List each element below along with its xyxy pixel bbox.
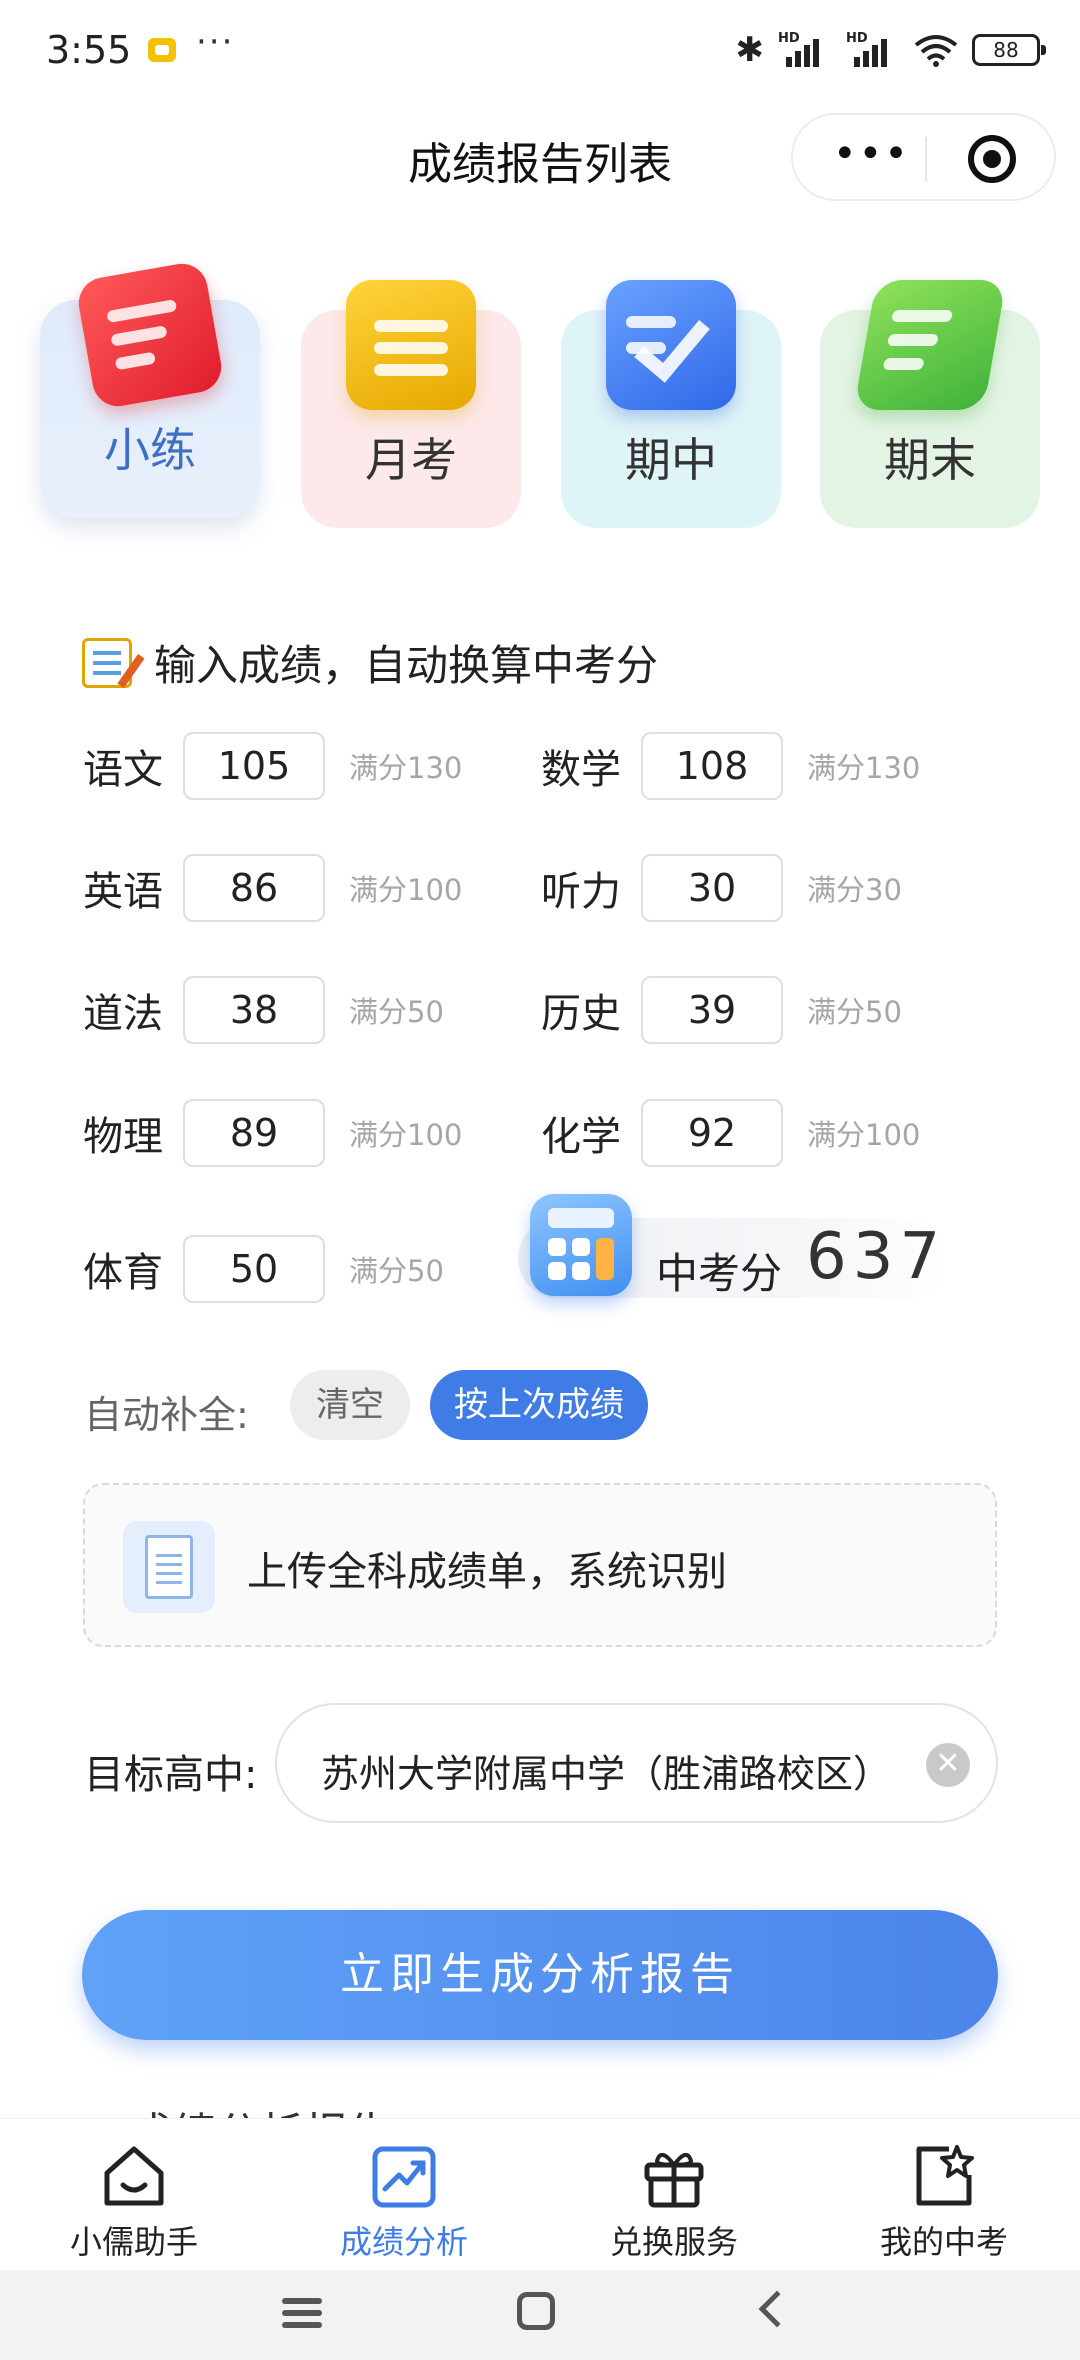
autofill-label: 自动补全: [84,1393,249,1437]
score-row-english: 英语 86 满分100 [83,854,462,922]
back-button[interactable] [758,2290,796,2328]
document-icon [123,1521,215,1613]
tab-my-exam[interactable]: 我的中考 [844,2141,1044,2263]
exam-type-label: 月考 [365,433,457,487]
tab-label: 成绩分析 [339,2223,468,2261]
miniprogram-capsule: ••• [791,113,1056,201]
exam-type-final[interactable]: 期末 [820,280,1040,528]
memo-icon [82,637,132,688]
score-row-chinese: 语文 105 满分130 [83,732,462,800]
score-input-listening[interactable]: 30 [641,854,783,922]
recent-apps-button[interactable] [282,2298,322,2304]
gift-icon [644,2153,704,2208]
target-school-input[interactable]: 苏州大学附属中学（胜浦路校区） ✕ [275,1703,998,1823]
full-score-label: 满分50 [807,995,902,1029]
signal-icon: HD [778,31,832,69]
battery-icon: 88 [972,34,1046,66]
tab-label: 我的中考 [879,2223,1008,2261]
checklist-icon [606,280,736,410]
exam-type-midterm[interactable]: 期中 [561,280,781,528]
full-score-label: 满分50 [349,995,444,1029]
upload-label: 上传全科成绩单，系统识别 [247,1549,727,1595]
target-school-label: 目标高中: [84,1752,258,1798]
generate-report-button[interactable]: 立即生成分析报告 [82,1910,998,2040]
clear-input-icon[interactable]: ✕ [926,1743,970,1787]
wifi-icon [914,35,958,67]
home-button[interactable] [517,2292,555,2330]
score-input-history[interactable]: 39 [641,976,783,1044]
status-icons: ✱ HD HD 88 [735,30,1046,70]
exam-type-label: 小练 [104,423,196,477]
total-score-value: 637 [806,1220,947,1294]
notification-app-icon [148,38,176,62]
score-row-listening: 听力 30 满分30 [541,854,902,922]
section-title: 输入成绩，自动换算中考分 [154,641,659,690]
subject-label: 英语 [83,869,163,915]
full-score-label: 满分130 [349,751,463,785]
notepad-icon [74,259,226,411]
pencil-paper-icon [853,280,1007,410]
score-row-chemistry: 化学 92 满分100 [541,1099,920,1167]
score-row-pe: 体育 50 满分50 [83,1235,444,1303]
subject-label: 体育 [83,1250,163,1296]
subject-label: 数学 [541,747,621,793]
score-input-chemistry[interactable]: 92 [641,1099,783,1167]
exam-type-quiz[interactable]: 小练 [40,259,260,518]
note-icon [346,280,476,410]
tab-bar: 小儒助手 成绩分析 兑换服务 我的中考 [0,2118,1080,2270]
home-icon [104,2146,164,2206]
full-score-label: 满分50 [349,1254,444,1288]
score-input-morality[interactable]: 38 [183,976,325,1044]
clear-button[interactable]: 清空 [290,1370,410,1440]
score-input-english[interactable]: 86 [183,854,325,922]
bluetooth-icon: ✱ [735,30,765,70]
full-score-label: 满分30 [807,873,902,907]
subject-label: 道法 [83,991,163,1037]
score-row-history: 历史 39 满分50 [541,976,902,1044]
score-row-math: 数学 108 满分130 [541,732,920,800]
section-header: 输入成绩，自动换算中考分 [82,632,658,693]
tab-redeem[interactable]: 兑换服务 [574,2141,774,2263]
system-nav-bar [0,2270,1080,2360]
score-input-physics[interactable]: 89 [183,1099,325,1167]
upload-scoresheet-button[interactable]: 上传全科成绩单，系统识别 [83,1483,997,1647]
subject-label: 语文 [83,747,163,793]
score-input-pe[interactable]: 50 [183,1235,325,1303]
full-score-label: 满分100 [807,1118,921,1152]
more-button[interactable]: ••• [833,131,910,177]
tab-assistant[interactable]: 小儒助手 [34,2141,234,2263]
full-score-label: 满分100 [349,1118,463,1152]
exam-type-label: 期中 [625,433,717,487]
total-score-label: 中考分 [656,1249,783,1298]
use-last-scores-button[interactable]: 按上次成绩 [430,1370,648,1440]
score-row-physics: 物理 89 满分100 [83,1099,462,1167]
full-score-label: 满分100 [349,873,463,907]
capsule-divider [925,137,927,181]
target-school-value: 苏州大学附属中学（胜浦路校区） [321,1752,892,1796]
subject-label: 物理 [83,1114,163,1160]
status-bar: 3:55 ··· ✱ HD HD 88 [0,0,1080,100]
tab-label: 兑换服务 [609,2223,738,2261]
calculator-icon [530,1194,632,1296]
score-input-chinese[interactable]: 105 [183,732,325,800]
tab-score-analysis[interactable]: 成绩分析 [304,2141,504,2263]
close-miniprogram-button[interactable] [968,135,1016,183]
score-input-math[interactable]: 108 [641,732,783,800]
tab-label: 小儒助手 [69,2223,198,2261]
subject-label: 听力 [541,869,621,915]
status-time: 3:55 [46,28,132,72]
notification-more-icon: ··· [196,22,235,62]
signal-icon-2: HD [846,31,900,69]
star-doc-icon [916,2145,974,2206]
full-score-label: 满分130 [807,751,921,785]
subject-label: 历史 [541,991,621,1037]
exam-type-label: 期末 [884,433,976,487]
chart-icon [372,2146,436,2208]
exam-type-monthly[interactable]: 月考 [301,280,521,528]
subject-label: 化学 [541,1114,621,1160]
score-row-morality: 道法 38 满分50 [83,976,444,1044]
